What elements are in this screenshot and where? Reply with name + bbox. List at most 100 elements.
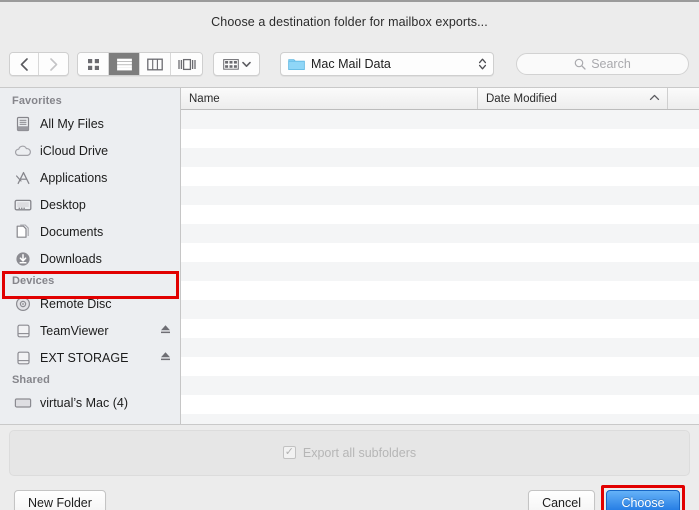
table-row[interactable] — [181, 205, 699, 224]
back-button[interactable] — [10, 53, 39, 75]
checkbox-label: Export all subfolders — [302, 445, 417, 460]
applications-icon — [13, 169, 33, 187]
checkbox-box: ✓ — [282, 446, 296, 459]
column-header-date-modified-label: Date Modified — [486, 92, 557, 105]
column-header-date-modified[interactable]: Date Modified — [478, 88, 668, 109]
table-row[interactable] — [181, 129, 699, 148]
forward-button[interactable] — [39, 53, 68, 75]
checkmark-icon: ✓ — [284, 446, 294, 458]
sidebar-item-remote-disc[interactable]: Remote Disc — [0, 290, 180, 317]
table-row[interactable] — [181, 110, 699, 129]
sidebar-item-virtuals-mac[interactable]: virtual’s Mac (4) — [0, 389, 180, 416]
column-header-spacer — [668, 88, 699, 109]
path-popup-label: Mac Mail Data — [311, 57, 391, 71]
cancel-button[interactable]: Cancel — [528, 490, 595, 510]
sidebar-section-header-shared: Shared — [12, 374, 50, 386]
file-list-rows[interactable] — [181, 110, 699, 424]
file-list-column-header: Name Date Modified — [181, 88, 699, 110]
eject-icon[interactable] — [160, 349, 171, 367]
sidebar-item-desktop[interactable]: Desktop — [0, 191, 180, 218]
list-view-button[interactable] — [109, 53, 140, 75]
table-row[interactable] — [181, 357, 699, 376]
display-icon — [13, 394, 33, 412]
optical-disc-icon — [13, 295, 33, 313]
sidebar-item-documents[interactable]: Documents — [0, 218, 180, 245]
arrange-by-button[interactable] — [213, 52, 260, 76]
sidebar-item-all-my-files[interactable]: All My Files — [0, 110, 180, 137]
column-header-name[interactable]: Name — [181, 88, 478, 109]
choose-button[interactable]: Choose — [606, 490, 680, 510]
sidebar: Favorites All My Files iCloud Drive Appl… — [0, 88, 181, 424]
chevron-left-icon — [20, 57, 28, 71]
table-row[interactable] — [181, 167, 699, 186]
sidebar-item-icloud-drive[interactable]: iCloud Drive — [0, 137, 180, 164]
path-popup-button[interactable]: Mac Mail Data — [280, 52, 494, 76]
table-row[interactable] — [181, 224, 699, 243]
desktop-icon — [13, 196, 33, 214]
accessory-panel: ✓ Export all subfolders — [0, 424, 699, 480]
sidebar-item-label: TeamViewer — [40, 323, 109, 338]
toolbar: Mac Mail Data Search — [0, 41, 699, 87]
table-row[interactable] — [181, 243, 699, 262]
export-all-subfolders-checkbox[interactable]: ✓ Export all subfolders — [282, 445, 417, 460]
table-row[interactable] — [181, 148, 699, 167]
hard-drive-icon — [13, 322, 33, 340]
sidebar-item-label: Applications — [40, 170, 108, 185]
dialog-body: Favorites All My Files iCloud Drive Appl… — [0, 87, 699, 424]
sidebar-item-label: Remote Disc — [40, 296, 112, 311]
sidebar-section-header-favorites: Favorites — [12, 95, 62, 107]
hard-drive-icon — [13, 349, 33, 367]
table-row[interactable] — [181, 262, 699, 281]
icloud-icon — [13, 142, 33, 160]
sidebar-item-label: All My Files — [40, 116, 104, 131]
confirm-button-group: Cancel Choose — [528, 485, 685, 510]
gallery-view-icon — [177, 58, 196, 70]
sidebar-section-header-devices: Devices — [12, 275, 55, 287]
accessory-inner: ✓ Export all subfolders — [9, 429, 690, 476]
sort-ascending-icon — [649, 94, 660, 104]
navigation-segmented-control — [9, 52, 69, 76]
table-row[interactable] — [181, 186, 699, 205]
dialog-titlebar: Choose a destination folder for mailbox … — [0, 2, 699, 41]
file-list-pane: Name Date Modified — [181, 88, 699, 424]
icon-view-button[interactable] — [78, 53, 109, 75]
folder-icon — [288, 57, 305, 71]
sidebar-item-ext-storage[interactable]: EXT STORAGE — [0, 344, 180, 371]
table-row[interactable] — [181, 376, 699, 395]
all-my-files-icon — [13, 115, 33, 133]
sidebar-item-label: Downloads — [40, 251, 102, 266]
table-row[interactable] — [181, 300, 699, 319]
highlight-box-choose: Choose — [601, 485, 685, 510]
table-row[interactable] — [181, 414, 699, 424]
up-down-chevron-icon — [478, 58, 487, 70]
table-row[interactable] — [181, 319, 699, 338]
column-view-button[interactable] — [140, 53, 171, 75]
sidebar-item-label: EXT STORAGE — [40, 350, 129, 365]
gallery-view-button[interactable] — [171, 53, 202, 75]
button-bar: New Folder Cancel Choose — [0, 480, 699, 510]
table-row[interactable] — [181, 338, 699, 357]
view-mode-segmented-control — [77, 52, 203, 76]
sidebar-item-teamviewer[interactable]: TeamViewer — [0, 317, 180, 344]
sidebar-item-label: virtual’s Mac (4) — [40, 395, 128, 410]
new-folder-button[interactable]: New Folder — [14, 490, 106, 510]
icon-view-icon — [87, 58, 99, 70]
sidebar-item-label: iCloud Drive — [40, 143, 109, 158]
downloads-icon — [13, 250, 33, 268]
sidebar-item-applications[interactable]: Applications — [0, 164, 180, 191]
search-input[interactable]: Search — [516, 53, 689, 75]
eject-icon[interactable] — [160, 322, 171, 340]
table-row[interactable] — [181, 281, 699, 300]
sidebar-item-downloads[interactable]: Downloads — [0, 245, 180, 272]
arrange-grid-icon — [222, 58, 239, 70]
file-chooser-dialog: Choose a destination folder for mailbox … — [0, 0, 699, 510]
chevron-right-icon — [50, 57, 58, 71]
list-view-icon — [116, 58, 132, 70]
table-row[interactable] — [181, 395, 699, 414]
search-icon — [574, 58, 586, 70]
sidebar-item-label: Desktop — [40, 197, 86, 212]
sidebar-item-label: Documents — [40, 224, 104, 239]
chevron-down-icon — [241, 61, 251, 67]
column-view-icon — [147, 58, 163, 70]
dialog-title: Choose a destination folder for mailbox … — [211, 14, 488, 29]
